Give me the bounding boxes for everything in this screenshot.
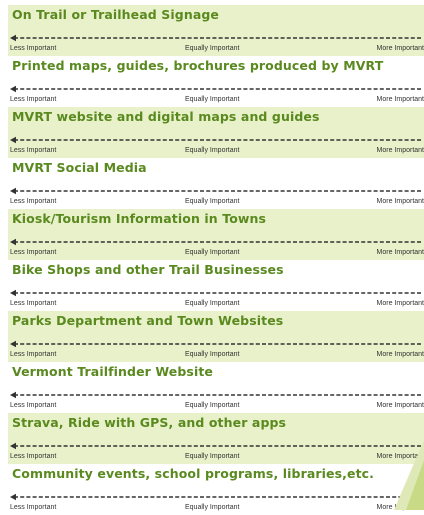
importance-scale-arrow[interactable] xyxy=(10,238,422,246)
arrowhead-left-icon xyxy=(10,493,16,501)
scale-less-important-label: Less Important xyxy=(10,300,57,307)
arrowhead-left-icon xyxy=(10,187,16,195)
scale-equally-important-label: Equally Important xyxy=(185,402,240,409)
rating-item: Parks Department and Town Websites Less I… xyxy=(8,311,424,362)
arrowhead-left-icon xyxy=(10,34,16,42)
scale-equally-important-label: Equally Important xyxy=(185,351,240,358)
scale-less-important-label: Less Important xyxy=(10,96,57,103)
rating-item-title: MVRT Social Media xyxy=(12,160,147,175)
importance-scale-arrow[interactable] xyxy=(10,85,422,93)
arrowhead-left-icon xyxy=(10,85,16,93)
scale-less-important-label: Less Important xyxy=(10,249,57,256)
scale-equally-important-label: Equally Important xyxy=(185,96,240,103)
scale-less-important-label: Less Important xyxy=(10,402,57,409)
rating-item-title: Community events, school programs, libra… xyxy=(12,466,375,481)
scale-less-important-label: Less Important xyxy=(10,453,57,460)
arrowhead-left-icon xyxy=(10,391,16,399)
importance-scale-arrow[interactable] xyxy=(10,340,422,348)
arrowhead-left-icon xyxy=(10,289,16,297)
scale-more-important-label: More Important xyxy=(376,198,424,205)
scale-more-important-label: More Important xyxy=(376,402,424,409)
scale-equally-important-label: Equally Important xyxy=(185,453,240,460)
arrowhead-left-icon xyxy=(10,340,16,348)
rating-item: Printed maps, guides, brochures produced… xyxy=(8,56,424,107)
rating-item: On Trail or Trailhead Signage Less Import… xyxy=(8,5,424,56)
scale-more-important-label: More Important xyxy=(376,300,424,307)
rating-item: Community events, school programs, libra… xyxy=(8,464,424,515)
importance-scale-arrow[interactable] xyxy=(10,493,422,501)
rating-item: Bike Shops and other Trail Businesses Les… xyxy=(8,260,424,311)
arrowhead-left-icon xyxy=(10,442,16,450)
importance-scale-arrow[interactable] xyxy=(10,187,422,195)
arrowhead-left-icon xyxy=(10,238,16,246)
scale-equally-important-label: Equally Important xyxy=(185,249,240,256)
arrowhead-left-icon xyxy=(10,136,16,144)
corner-decoration-graphic xyxy=(394,440,424,510)
importance-scale-arrow[interactable] xyxy=(10,391,422,399)
importance-scale-arrow[interactable] xyxy=(10,136,422,144)
rating-item-title: Vermont Trailfinder Website xyxy=(12,364,214,379)
rating-item-title: Kiosk/Tourism Information in Towns xyxy=(12,211,267,226)
scale-equally-important-label: Equally Important xyxy=(185,300,240,307)
scale-less-important-label: Less Important xyxy=(10,198,57,205)
scale-less-important-label: Less Important xyxy=(10,147,57,154)
rating-item: MVRT Social Media Less Important Equally I… xyxy=(8,158,424,209)
scale-equally-important-label: Equally Important xyxy=(185,45,240,52)
rating-item-title: Printed maps, guides, brochures produced… xyxy=(12,58,384,73)
scale-less-important-label: Less Important xyxy=(10,351,57,358)
rating-item-title: Parks Department and Town Websites xyxy=(12,313,284,328)
scale-more-important-label: More Important xyxy=(376,96,424,103)
rating-item-title: Strava, Ride with GPS, and other apps xyxy=(12,415,287,430)
rating-item: MVRT website and digital maps and guides… xyxy=(8,107,424,158)
scale-more-important-label: More Important xyxy=(376,45,424,52)
rating-item-title: Bike Shops and other Trail Businesses xyxy=(12,262,284,277)
rating-item: Kiosk/Tourism Information in Towns Less I… xyxy=(8,209,424,260)
scale-more-important-label: More Important xyxy=(376,249,424,256)
scale-equally-important-label: Equally Important xyxy=(185,198,240,205)
importance-scale-arrow[interactable] xyxy=(10,289,422,297)
importance-scale-arrow[interactable] xyxy=(10,442,422,450)
scale-more-important-label: More Important xyxy=(376,351,424,358)
scale-equally-important-label: Equally Important xyxy=(185,147,240,154)
importance-scale-arrow[interactable] xyxy=(10,34,422,42)
scale-less-important-label: Less Important xyxy=(10,45,57,52)
rating-item: Strava, Ride with GPS, and other apps Les… xyxy=(8,413,424,464)
rating-item: Vermont Trailfinder Website Less Importan… xyxy=(8,362,424,413)
rating-item-title: On Trail or Trailhead Signage xyxy=(12,7,219,22)
rating-item-title: MVRT website and digital maps and guides xyxy=(12,109,320,124)
scale-more-important-label: More Important xyxy=(376,147,424,154)
